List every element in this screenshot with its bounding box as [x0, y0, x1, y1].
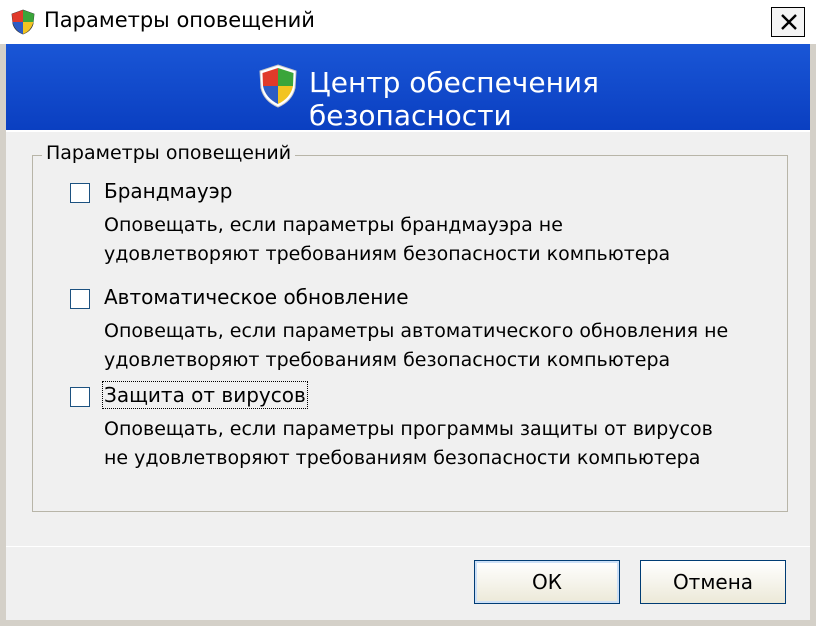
virus-protection-label[interactable]: Защита от вирусов [102, 381, 308, 409]
header-banner: Центр обеспечения безопасности [6, 44, 810, 132]
dialog-window: Параметры оповещений Центр обеспечения б… [0, 0, 816, 626]
firewall-description-line-1: Оповещать, если параметры брандмауэра не [104, 214, 563, 236]
title-bar[interactable]: Параметры оповещений [0, 0, 816, 44]
firewall-checkbox[interactable] [70, 183, 90, 203]
virus-protection-description: Оповещать, если параметры программы защи… [104, 415, 713, 473]
automatic-updates-label[interactable]: Автоматическое обновление [104, 285, 409, 309]
security-shield-icon [259, 64, 297, 108]
automatic-updates-description-line-2: удовлетворяют требованиям безопасности к… [104, 349, 671, 371]
window-frame-bottom [0, 620, 816, 626]
group-legend: Параметры оповещений [42, 142, 296, 164]
window-frame-right [810, 44, 816, 620]
virus-protection-description-line-2: не удовлетворяют требованиям безопасност… [104, 447, 701, 469]
ok-button[interactable]: ОК [474, 560, 620, 604]
automatic-updates-description-line-1: Оповещать, если параметры автоматическог… [104, 320, 729, 342]
window-title: Параметры оповещений [44, 8, 315, 32]
close-icon [781, 14, 797, 30]
firewall-label[interactable]: Брандмауэр [104, 179, 232, 203]
close-button[interactable] [771, 7, 805, 37]
automatic-updates-description: Оповещать, если параметры автоматическог… [104, 317, 728, 375]
virus-protection-description-line-1: Оповещать, если параметры программы защи… [104, 418, 713, 440]
virus-protection-checkbox[interactable] [70, 387, 90, 407]
cancel-button[interactable]: Отмена [640, 560, 786, 604]
firewall-description-line-2: удовлетворяют требованиям безопасности к… [104, 243, 671, 265]
firewall-description: Оповещать, если параметры брандмауэра не… [104, 211, 670, 269]
banner-title: Центр обеспечения безопасности [309, 66, 599, 132]
security-shield-icon [11, 9, 35, 35]
automatic-updates-checkbox[interactable] [70, 289, 90, 309]
